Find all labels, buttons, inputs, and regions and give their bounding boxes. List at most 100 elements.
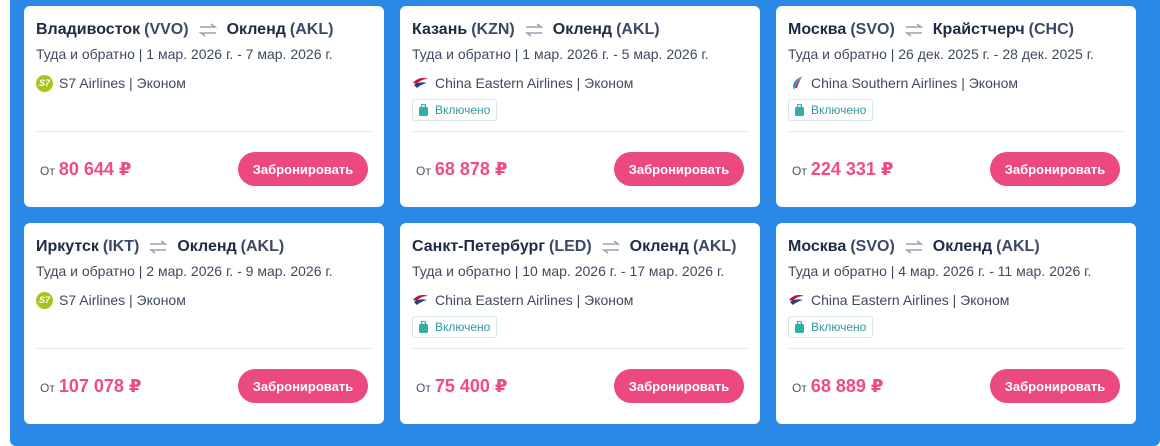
baggage-label: Включено (811, 103, 867, 117)
origin-code: (IKT) (102, 238, 140, 255)
price: От 68 878 ₽ (416, 159, 507, 180)
china-eastern-logo-icon (412, 292, 429, 309)
airline-label: S7 Airlines | Эконом (59, 292, 186, 308)
airline-info: China Southern Airlines | Эконом (788, 73, 1124, 93)
baggage-icon (795, 104, 804, 116)
book-button[interactable]: Забронировать (990, 152, 1120, 186)
trip-dates: Туда и обратно | 1 мар. 2026 г. - 5 мар.… (412, 46, 709, 62)
destination-city: Окленд (177, 238, 237, 255)
price-amount: 68 878 ₽ (434, 158, 508, 179)
price: От 75 400 ₽ (416, 376, 507, 397)
destination-code: (AKL) (616, 21, 660, 38)
trip-dates: Туда и обратно | 1 мар. 2026 г. - 7 мар.… (36, 46, 333, 62)
origin-city: Москва (788, 21, 847, 38)
route: Москва (SVO) Крайстчерч (CHC) (788, 19, 1124, 41)
book-button[interactable]: Забронировать (238, 369, 368, 403)
price-row: От 107 078 ₽ Забронировать (40, 369, 368, 403)
round-trip-arrows-icon (903, 239, 925, 255)
airline-info: China Eastern Airlines | Эконом (412, 73, 748, 93)
airline-label: China Southern Airlines | Эконом (811, 75, 1018, 91)
airline-label: China Eastern Airlines | Эконом (435, 75, 634, 91)
destination-city: Крайстчерч (932, 21, 1025, 38)
price: От 80 644 ₽ (40, 159, 131, 180)
origin-city: Санкт-Петербург (412, 238, 545, 255)
price-amount: 107 078 ₽ (58, 375, 142, 396)
china-eastern-logo-icon (788, 292, 805, 309)
trip-dates: Туда и обратно | 26 дек. 2025 г. - 28 де… (788, 46, 1094, 62)
price: От 224 331 ₽ (792, 159, 893, 180)
flight-card[interactable]: Москва (SVO) Окленд (AKL) Туда и обратно… (776, 223, 1136, 424)
airline-label: S7 Airlines | Эконом (59, 75, 186, 91)
route: Санкт-Петербург (LED) Окленд (AKL) (412, 236, 748, 258)
price-prefix: От (40, 163, 55, 178)
airline-label: China Eastern Airlines | Эконом (811, 292, 1010, 308)
price-amount: 80 644 ₽ (58, 158, 132, 179)
airline-info: S7 S7 Airlines | Эконом (36, 290, 372, 310)
destination-city: Окленд (629, 238, 689, 255)
price-amount: 224 331 ₽ (810, 158, 894, 179)
round-trip-arrows-icon (197, 22, 219, 38)
origin-city: Владивосток (36, 21, 141, 38)
destination-code: (AKL) (289, 21, 334, 38)
price-row: От 68 878 ₽ Забронировать (416, 152, 744, 186)
price-row: От 224 331 ₽ Забронировать (792, 152, 1120, 186)
origin-code: (VVO) (144, 21, 189, 38)
offers-panel: Владивосток (VVO) Окленд (AKL) Туда и об… (10, 0, 1160, 446)
flight-card[interactable]: Москва (SVO) Крайстчерч (CHC) Туда и обр… (776, 6, 1136, 207)
baggage-label: Включено (435, 320, 491, 334)
route: Казань (KZN) Окленд (AKL) (412, 19, 748, 41)
price-row: От 68 889 ₽ Забронировать (792, 369, 1120, 403)
flight-card[interactable]: Иркутск (IKT) Окленд (AKL) Туда и обратн… (24, 223, 384, 424)
round-trip-arrows-icon (600, 239, 622, 255)
round-trip-arrows-icon (903, 22, 925, 38)
destination-code: (AKL) (692, 238, 737, 255)
baggage-badge: Включено (788, 99, 874, 121)
divider (788, 348, 1124, 349)
price-prefix: От (792, 380, 807, 395)
route: Владивосток (VVO) Окленд (AKL) (36, 19, 372, 41)
airline-info: China Eastern Airlines | Эконом (788, 290, 1124, 310)
book-button[interactable]: Забронировать (238, 152, 368, 186)
divider (788, 131, 1124, 132)
flight-card[interactable]: Владивосток (VVO) Окленд (AKL) Туда и об… (24, 6, 384, 207)
airline-info: China Eastern Airlines | Эконом (412, 290, 748, 310)
book-button[interactable]: Забронировать (990, 369, 1120, 403)
route: Москва (SVO) Окленд (AKL) (788, 236, 1124, 258)
origin-code: (SVO) (850, 21, 895, 38)
price-prefix: От (416, 163, 431, 178)
s7-logo-icon: S7 (36, 291, 53, 309)
s7-logo-icon: S7 (36, 74, 53, 92)
china-eastern-logo-icon (412, 75, 429, 92)
book-button[interactable]: Забронировать (614, 152, 744, 186)
price-amount: 75 400 ₽ (434, 375, 508, 396)
price-prefix: От (416, 380, 431, 395)
airline-label: China Eastern Airlines | Эконом (435, 292, 634, 308)
origin-city: Москва (788, 238, 847, 255)
baggage-label: Включено (811, 320, 867, 334)
trip-dates: Туда и обратно | 2 мар. 2026 г. - 9 мар.… (36, 263, 333, 279)
book-button[interactable]: Забронировать (614, 369, 744, 403)
price-prefix: От (40, 380, 55, 395)
baggage-badge: Включено (788, 316, 874, 338)
china-southern-logo-icon (788, 75, 805, 92)
price-row: От 80 644 ₽ Забронировать (40, 152, 368, 186)
airline-info: S7 S7 Airlines | Эконом (36, 73, 372, 93)
flight-card[interactable]: Санкт-Петербург (LED) Окленд (AKL) Туда … (400, 223, 760, 424)
route: Иркутск (IKT) Окленд (AKL) (36, 236, 372, 258)
destination-city: Окленд (226, 21, 286, 38)
price-prefix: От (792, 163, 807, 178)
flight-card[interactable]: Казань (KZN) Окленд (AKL) Туда и обратно… (400, 6, 760, 207)
baggage-icon (419, 104, 428, 116)
round-trip-arrows-icon (523, 22, 545, 38)
baggage-badge: Включено (412, 99, 498, 121)
divider (36, 131, 372, 132)
destination-city: Окленд (932, 238, 993, 255)
baggage-icon (795, 321, 804, 333)
baggage-badge: Включено (412, 316, 498, 338)
origin-city: Иркутск (36, 238, 99, 255)
destination-code: (AKL) (996, 238, 1040, 255)
origin-city: Казань (412, 21, 468, 38)
divider (412, 348, 748, 349)
destination-code: (AKL) (240, 238, 285, 255)
destination-city: Окленд (552, 21, 613, 38)
